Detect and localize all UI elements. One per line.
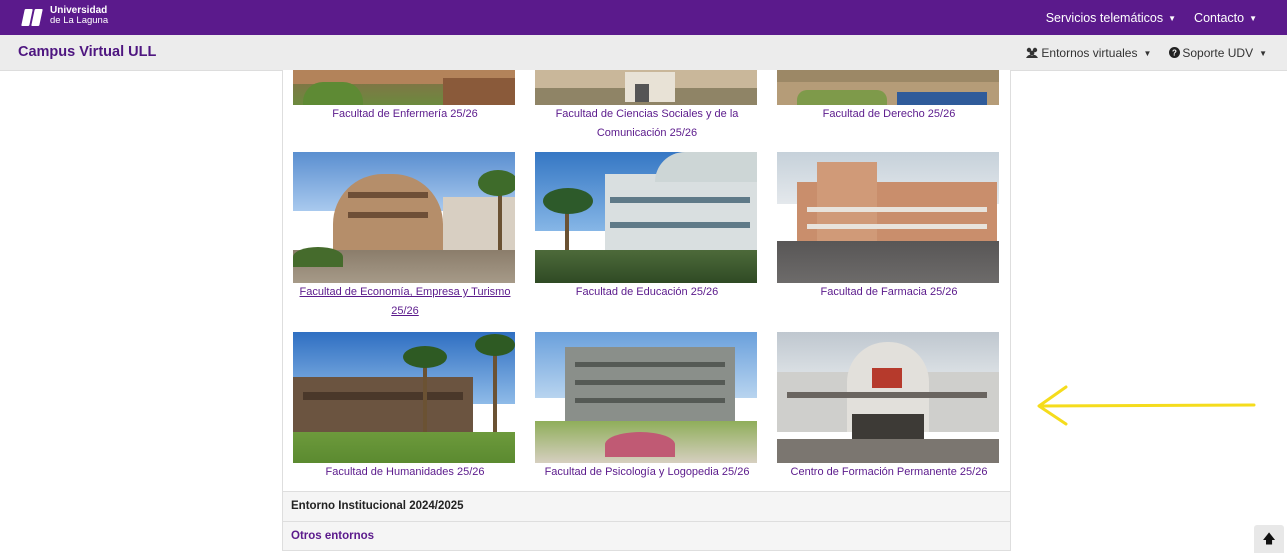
- faculty-link[interactable]: Facultad de Farmacia 25/26: [777, 283, 1001, 302]
- university-logo[interactable]: Universidad de La Laguna: [20, 6, 108, 26]
- faculty-link[interactable]: Centro de Formación Permanente 25/26: [777, 463, 1001, 482]
- faculty-image: [293, 152, 515, 283]
- caret-down-icon: ▼: [1259, 49, 1267, 58]
- faculty-card[interactable]: Facultad de Farmacia 25/26: [777, 152, 1001, 302]
- top-nav: Servicios telemáticos ▼ Contacto ▼: [1046, 11, 1257, 25]
- caret-down-icon: ▼: [1249, 14, 1257, 23]
- faculty-image: [293, 332, 515, 463]
- faculty-card[interactable]: Facultad de Psicología y Logopedia 25/26: [535, 332, 759, 482]
- faculty-link[interactable]: Facultad de Educación 25/26: [535, 283, 759, 302]
- faculty-panel: Facultad de Enfermería 25/26 Facultad de…: [282, 70, 1011, 551]
- section-otros-entornos[interactable]: Otros entornos: [283, 521, 1010, 550]
- faculty-link[interactable]: Facultad de Psicología y Logopedia 25/26: [535, 463, 759, 482]
- top-bar: Universidad de La Laguna Servicios telem…: [0, 0, 1287, 35]
- faculty-card[interactable]: Facultad de Enfermería 25/26: [293, 70, 517, 124]
- sub-nav: Entornos virtuales ▼ ? Soporte UDV ▼: [1025, 46, 1267, 60]
- faculty-card[interactable]: Facultad de Ciencias Sociales y de la Co…: [535, 70, 759, 143]
- nav-contacto[interactable]: Contacto ▼: [1194, 11, 1257, 25]
- faculty-link[interactable]: Facultad de Humanidades 25/26: [293, 463, 517, 482]
- faculty-link[interactable]: Facultad de Derecho 25/26: [777, 105, 1001, 124]
- faculty-image: [293, 70, 515, 105]
- caret-down-icon: ▼: [1168, 14, 1177, 23]
- users-icon: [1026, 47, 1039, 58]
- nav-servicios-telematicos[interactable]: Servicios telemáticos ▼: [1046, 11, 1176, 25]
- site-brand[interactable]: Campus Virtual ULL: [18, 44, 156, 60]
- section-entorno-institucional[interactable]: Entorno Institucional 2024/2025: [283, 491, 1010, 521]
- scroll-top-button[interactable]: 🡅: [1254, 525, 1284, 553]
- faculty-card[interactable]: Facultad de Derecho 25/26: [777, 70, 1001, 124]
- faculty-card[interactable]: Facultad de Educación 25/26: [535, 152, 759, 302]
- arrow-up-icon: 🡅: [1262, 531, 1276, 546]
- logo-line2: de La Laguna: [50, 15, 109, 26]
- faculty-card[interactable]: Facultad de Economía, Empresa y Turismo …: [293, 152, 517, 321]
- faculty-card[interactable]: Facultad de Humanidades 25/26: [293, 332, 517, 482]
- svg-text:?: ?: [1172, 49, 1177, 58]
- faculty-image: [777, 332, 999, 463]
- annotation-arrow-icon: [1037, 385, 1256, 426]
- faculty-image: [535, 70, 757, 105]
- faculty-image: [777, 152, 999, 283]
- faculty-image: [535, 332, 757, 463]
- faculty-link[interactable]: Facultad de Ciencias Sociales y de la Co…: [535, 105, 759, 143]
- faculty-image: [535, 152, 757, 283]
- sub-bar: Campus Virtual ULL Entornos virtuales ▼ ?…: [0, 35, 1287, 71]
- faculty-image: [777, 70, 999, 105]
- ull-logo-icon: [20, 6, 44, 26]
- help-icon: ?: [1169, 47, 1181, 58]
- caret-down-icon: ▼: [1143, 49, 1152, 58]
- faculty-link[interactable]: Facultad de Enfermería 25/26: [293, 105, 517, 124]
- faculty-link[interactable]: Facultad de Economía, Empresa y Turismo …: [293, 283, 517, 321]
- nav-soporte-udv[interactable]: ? Soporte UDV ▼: [1169, 46, 1267, 60]
- faculty-card[interactable]: Centro de Formación Permanente 25/26: [777, 332, 1001, 482]
- nav-entornos-virtuales[interactable]: Entornos virtuales ▼: [1025, 46, 1151, 60]
